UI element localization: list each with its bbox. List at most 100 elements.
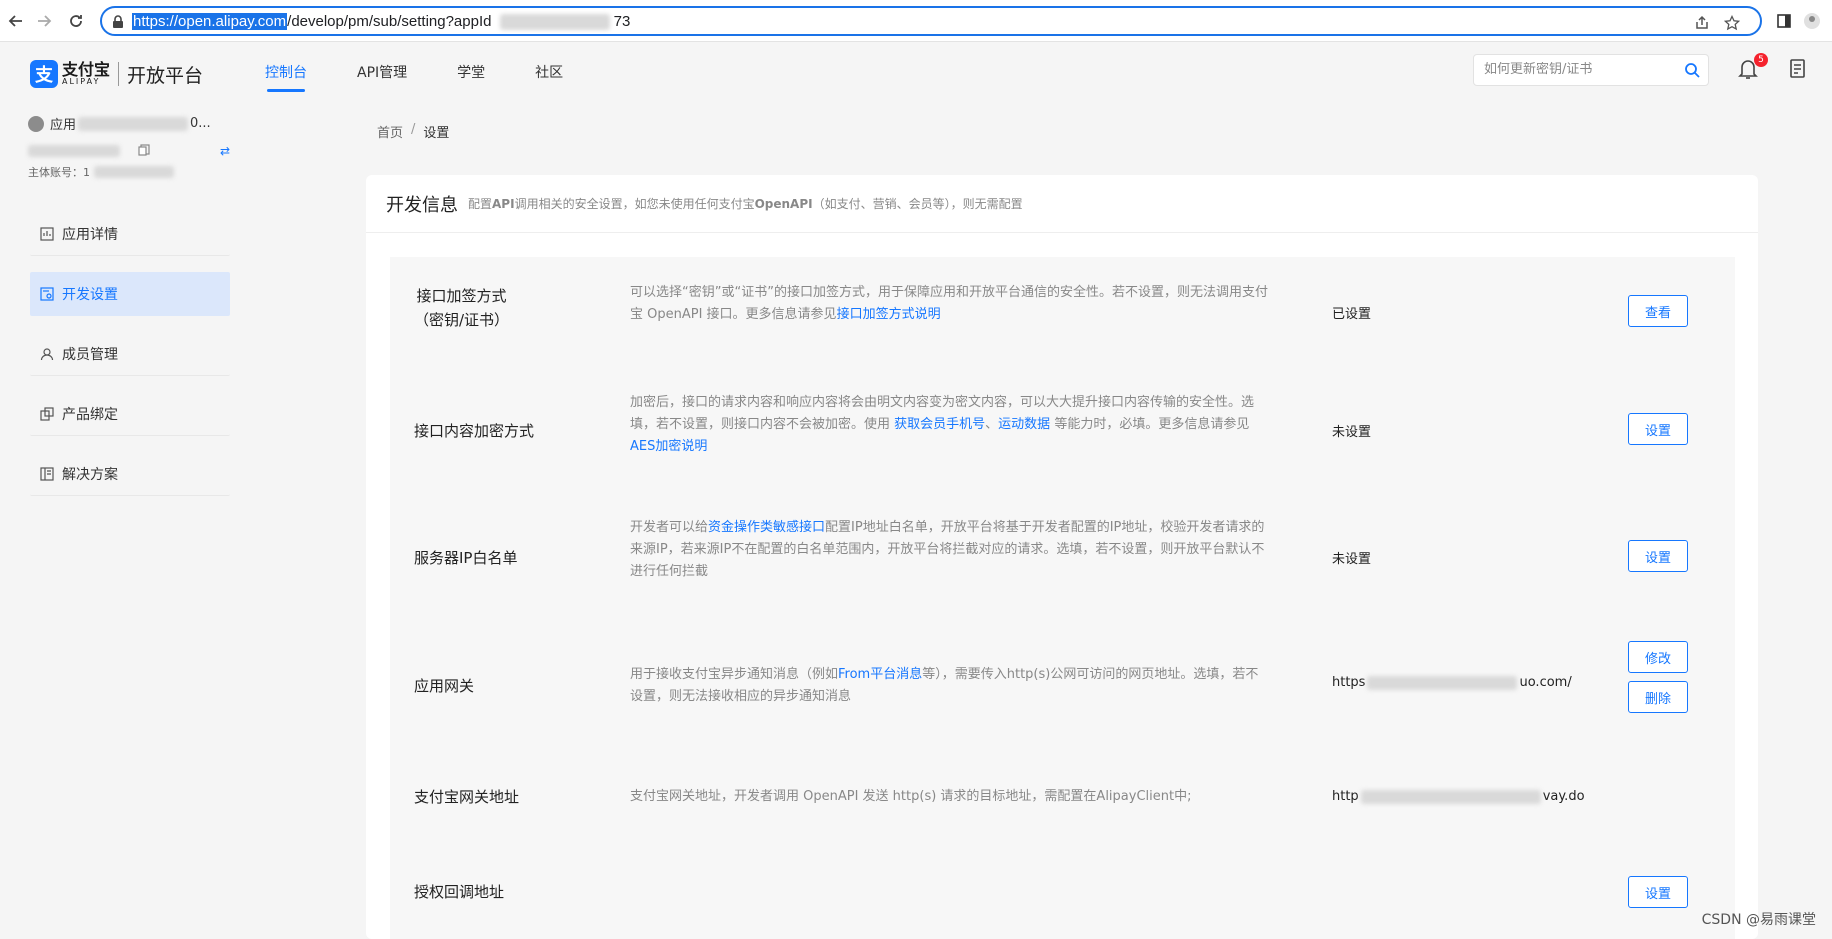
nav-academy[interactable]: 学堂 (457, 62, 485, 92)
row-app-gateway: 应用网关 用于接收支付宝异步通知消息（例如From平台消息等），需要传入http… (390, 619, 1735, 749)
breadcrumb: 首页 / 设置 (377, 122, 449, 141)
app-name[interactable]: 应用 0... (28, 114, 238, 133)
card-description: 配置API调用相关的安全设置，如您未使用任何支付宝OpenAPI（如支付、营销、… (468, 197, 1023, 211)
card-header: 开发信息 配置API调用相关的安全设置，如您未使用任何支付宝OpenAPI（如支… (366, 175, 1758, 233)
row-status: 已设置 (1332, 307, 1372, 322)
browser-toolbar: https://open.alipay.com/develop/pm/sub/s… (0, 0, 1832, 42)
row-label: 接口内容加密方式 (414, 422, 535, 440)
delete-button[interactable]: 删除 (1628, 681, 1688, 713)
sidebar-item-members[interactable]: 成员管理 (30, 332, 230, 376)
switch-app-icon[interactable]: ⇄ (220, 144, 230, 158)
row-description: 加密后，接口的请求内容和响应内容将会由明文内容变为密文内容，可以大大提升接口内容… (630, 395, 1255, 454)
set-button[interactable]: 设置 (1628, 540, 1688, 572)
nav-community[interactable]: 社区 (535, 62, 563, 92)
row-label: 支付宝网关地址 (414, 788, 520, 806)
side-menu: 应用详情 开发设置 成员管理 产品绑定 解决方案 (30, 212, 230, 512)
forward-icon[interactable] (32, 9, 56, 33)
sidebar-item-product-binding[interactable]: 产品绑定 (30, 392, 230, 436)
breadcrumb-home[interactable]: 首页 (377, 122, 403, 141)
link-icon (40, 406, 54, 421)
back-icon[interactable] (4, 9, 28, 33)
row-status: 未设置 (1332, 425, 1372, 440)
gateway-url: https uo.com/ (1332, 675, 1572, 690)
top-nav: 控制台 API管理 学堂 社区 (265, 62, 613, 92)
view-button[interactable]: 查看 (1628, 295, 1688, 327)
row-content-encryption: 接口内容加密方式 加密后，接口的请求内容和响应内容将会由明文内容变为密文内容，可… (390, 369, 1735, 494)
nav-api-management[interactable]: API管理 (357, 62, 407, 92)
url-text: https://open.alipay.com/develop/pm/sub/s… (132, 13, 631, 31)
url-path: /develop/pm/sub/setting?appId (287, 13, 492, 30)
from-platform-msg-link[interactable]: From平台消息 (838, 667, 922, 682)
url-tail: 73 (613, 13, 631, 30)
top-header: 支 支付宝 ALIPAY 开放平台 控制台 API管理 学堂 社区 5 (0, 42, 1832, 102)
sidebar-item-label: 开发设置 (62, 287, 118, 303)
redacted-app-name (78, 116, 189, 131)
sidebar-item-label: 产品绑定 (62, 406, 118, 423)
sidebar-item-label: 应用详情 (62, 226, 118, 243)
row-description: 可以选择“密钥”或“证书”的接口加签方式，用于保障应用和开放平台通信的安全性。若… (630, 285, 1268, 322)
document-icon[interactable] (1788, 58, 1808, 84)
edit-button[interactable]: 修改 (1628, 641, 1688, 673)
set-button[interactable]: 设置 (1628, 413, 1688, 445)
breadcrumb-separator: / (411, 122, 416, 137)
sidebar-item-dev-settings[interactable]: 开发设置 (30, 272, 230, 316)
sensitive-api-link[interactable]: 资金操作类敏感接口 (708, 520, 825, 535)
row-auth-callback: 授权回调地址 设置 (390, 844, 1735, 939)
main-account-label: 主体账号：1 (28, 166, 90, 179)
redacted-gateway (1360, 789, 1541, 804)
row-description: 支付宝网关地址，开发者调用 OpenAPI 发送 http(s) 请求的目标地址… (630, 789, 1192, 804)
app-avatar (28, 115, 44, 132)
row-signing-method: 接口加签方式 （密钥/证书） 可以选择“密钥”或“证书”的接口加签方式，用于保障… (390, 257, 1735, 369)
sports-data-link[interactable]: 运动数据 (998, 417, 1050, 432)
row-label: 服务器IP白名单 (414, 549, 518, 567)
app-name-prefix: 应用 (50, 118, 77, 133)
profile-icon[interactable] (1800, 9, 1824, 33)
sidebar-item-label: 成员管理 (62, 346, 118, 363)
row-alipay-gateway: 支付宝网关地址 支付宝网关地址，开发者调用 OpenAPI 发送 http(s)… (390, 749, 1735, 844)
nav-console[interactable]: 控制台 (265, 62, 307, 92)
aes-doc-link[interactable]: AES加密说明 (630, 439, 707, 454)
row-description: 用于接收支付宝异步通知消息（例如From平台消息等），需要传入http(s)公网… (630, 667, 1259, 704)
row-description: 开发者可以给资金操作类敏感接口配置IP地址白名单，开放平台将基于开发者配置的IP… (630, 520, 1265, 579)
search-icon[interactable] (1684, 62, 1700, 82)
signing-method-doc-link[interactable]: 接口加签方式说明 (837, 307, 941, 322)
copy-icon[interactable] (138, 141, 150, 160)
address-bar[interactable]: https://open.alipay.com/develop/pm/sub/s… (100, 6, 1762, 36)
notification-badge: 5 (1754, 53, 1768, 67)
share-icon[interactable] (1692, 13, 1712, 33)
settings-list: 接口加签方式 （密钥/证书） 可以选择“密钥”或“证书”的接口加签方式，用于保障… (390, 257, 1735, 939)
app-name-suffix: 0... (190, 116, 211, 131)
lock-icon (112, 14, 124, 33)
reload-icon[interactable] (64, 9, 88, 33)
alipay-gateway-url: http vay.do (1332, 789, 1585, 804)
sidepanel-icon[interactable] (1772, 9, 1796, 33)
redacted-app-id (499, 14, 610, 31)
member-phone-link[interactable]: 获取会员手机号 (894, 417, 985, 432)
alipay-logo-icon: 支 (30, 60, 58, 88)
logo-cn: 支付宝 (62, 60, 111, 79)
row-label: 接口加签方式 （密钥/证书） (414, 287, 510, 329)
set-button[interactable]: 设置 (1628, 876, 1688, 908)
row-label: 授权回调地址 (414, 883, 505, 901)
csdn-watermark: CSDN @易雨课堂 (1701, 912, 1816, 928)
breadcrumb-current: 设置 (423, 126, 450, 141)
sidebar-item-app-details[interactable]: 应用详情 (30, 212, 230, 256)
star-icon[interactable] (1722, 13, 1742, 33)
search-box (1473, 54, 1709, 86)
alipay-logo[interactable]: 支 支付宝 ALIPAY 开放平台 (30, 60, 203, 88)
url-selected: https://open.alipay.com (132, 13, 288, 30)
card-title: 开发信息 (386, 194, 458, 216)
search-input[interactable] (1484, 62, 1674, 77)
redacted-gateway (1367, 675, 1518, 690)
logo-divider (118, 62, 120, 86)
row-ip-whitelist: 服务器IP白名单 开发者可以给资金操作类敏感接口配置IP地址白名单，开放平台将基… (390, 494, 1735, 619)
logo-en: ALIPAY (62, 77, 101, 86)
redacted-account (94, 166, 174, 178)
book-icon (40, 466, 54, 481)
settings-icon (40, 287, 54, 301)
sidebar-item-label: 解决方案 (62, 466, 118, 483)
app-info: 应用 0... ⇄ 主体账号：1 (28, 114, 238, 180)
sidebar: 应用 0... ⇄ 主体账号：1 应用详情 开发设置 成员管理 产品绑定 解决方… (0, 102, 240, 939)
row-label: 应用网关 (414, 677, 475, 695)
sidebar-item-solutions[interactable]: 解决方案 (30, 452, 230, 496)
